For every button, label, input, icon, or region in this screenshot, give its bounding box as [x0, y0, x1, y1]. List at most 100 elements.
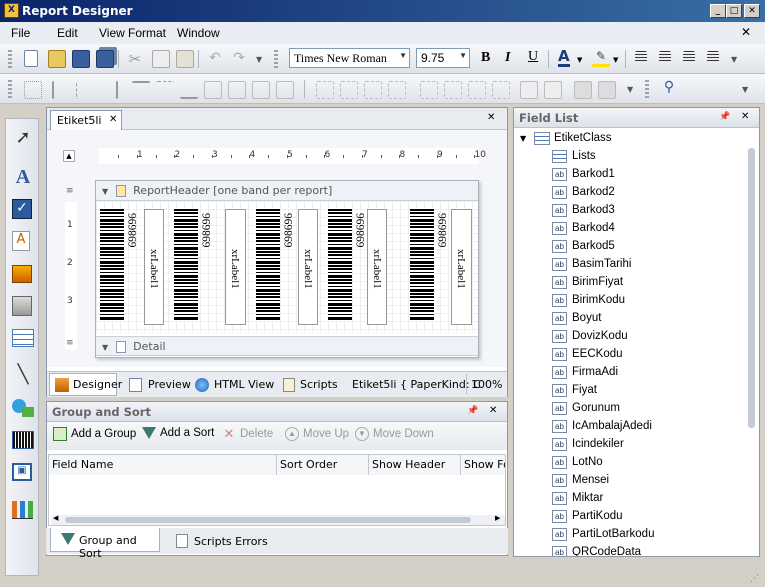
v-spacing-equal-icon[interactable]: [420, 81, 438, 99]
scroll-left-icon[interactable]: ◀: [53, 514, 58, 522]
close-panel-icon[interactable]: ✕: [489, 405, 497, 416]
tab-preview[interactable]: Preview: [148, 378, 191, 391]
field-item[interactable]: ab Fiyat: [552, 382, 746, 400]
field-item[interactable]: ab Barkod2: [552, 184, 746, 202]
subreport-icon[interactable]: ▣: [12, 463, 32, 481]
add-sort-button[interactable]: Add a Sort: [142, 427, 214, 439]
bold-button[interactable]: B: [481, 50, 490, 66]
undo-icon[interactable]: ↶: [206, 50, 224, 68]
table-icon[interactable]: [12, 329, 34, 347]
italic-button[interactable]: I: [505, 50, 510, 66]
line-icon[interactable]: ╲: [12, 364, 34, 386]
collapse-icon[interactable]: ▼: [102, 343, 108, 352]
field-item[interactable]: ab DovizKodu: [552, 328, 746, 346]
field-item[interactable]: ab PartiKodu: [552, 508, 746, 526]
align-middles-icon[interactable]: [156, 81, 174, 99]
panel-icon[interactable]: [12, 296, 32, 316]
scrollbar-thumb[interactable]: [65, 517, 471, 523]
size-to-grid-icon[interactable]: [228, 81, 246, 99]
align-to-grid-icon[interactable]: [24, 81, 42, 99]
open-icon[interactable]: [48, 50, 66, 68]
ruler-corner-icon[interactable]: ▲: [63, 150, 75, 162]
same-width-icon[interactable]: [204, 81, 222, 99]
collapse-icon[interactable]: ▼: [102, 187, 108, 196]
tab-html-view[interactable]: HTML View: [214, 378, 274, 391]
tab-designer[interactable]: Designer: [73, 378, 122, 391]
background-color-icon[interactable]: ✎: [592, 49, 610, 67]
cut-icon[interactable]: ✂: [126, 50, 144, 68]
same-height-icon[interactable]: [252, 81, 270, 99]
field-item[interactable]: ab PartiLotBarkodu: [552, 526, 746, 544]
barcode-image[interactable]: [256, 209, 280, 321]
close-panel-icon[interactable]: ✕: [741, 111, 749, 122]
font-name-combo[interactable]: Times New Roman ▼: [289, 48, 410, 68]
field-item[interactable]: ab Icindekiler: [552, 436, 746, 454]
menu-edit[interactable]: Edit: [57, 26, 78, 40]
toolbar-overflow-icon[interactable]: ▼: [256, 55, 262, 64]
h-spacing-decrease-icon[interactable]: [364, 81, 382, 99]
tab-scripts-errors[interactable]: Scripts Errors: [194, 535, 268, 548]
field-item[interactable]: ab Gorunum: [552, 400, 746, 418]
maximize-button[interactable]: □: [726, 4, 742, 18]
save-icon[interactable]: [72, 50, 90, 68]
toolbar-overflow-icon[interactable]: ▼: [627, 85, 633, 94]
tab-scripts[interactable]: Scripts: [300, 378, 338, 391]
band-grip-icon[interactable]: ≡: [66, 186, 74, 196]
barcode-image[interactable]: [410, 209, 434, 321]
align-left-icon[interactable]: [635, 51, 647, 62]
field-item[interactable]: ab Mensei: [552, 472, 746, 490]
field-item[interactable]: ab FirmaAdi: [552, 364, 746, 382]
center-vertically-icon[interactable]: [544, 81, 562, 99]
save-all-icon[interactable]: [96, 50, 114, 68]
detail-band[interactable]: ▼ Detail: [96, 336, 478, 356]
send-to-back-icon[interactable]: [598, 81, 616, 99]
field-item[interactable]: ab LotNo: [552, 454, 746, 472]
field-item[interactable]: ab Barkod1: [552, 166, 746, 184]
barcode-image[interactable]: [174, 209, 198, 321]
close-document-icon[interactable]: ✕: [487, 112, 495, 123]
chart-icon[interactable]: [12, 501, 33, 519]
field-item[interactable]: ab Boyut: [552, 310, 746, 328]
chevron-down-icon[interactable]: ▼: [459, 51, 467, 60]
pin-icon[interactable]: 📌: [467, 406, 478, 416]
chevron-down-icon[interactable]: ▼: [613, 56, 618, 64]
field-item[interactable]: ab Barkod4: [552, 220, 746, 238]
h-spacing-increase-icon[interactable]: [340, 81, 358, 99]
minimize-button[interactable]: _: [710, 4, 726, 18]
checkbox-icon[interactable]: ✓: [12, 199, 32, 219]
field-item[interactable]: ab QRCodeData: [552, 544, 746, 556]
v-spacing-remove-icon[interactable]: [492, 81, 510, 99]
new-icon[interactable]: [24, 50, 38, 67]
paste-icon[interactable]: [176, 50, 194, 68]
menu-window[interactable]: Window: [177, 26, 220, 40]
same-size-icon[interactable]: [276, 81, 294, 99]
field-item[interactable]: ab Barkod3: [552, 202, 746, 220]
mdi-close-icon[interactable]: ✕: [741, 25, 751, 39]
toolbar-grip[interactable]: [645, 80, 649, 98]
redo-icon[interactable]: ↷: [230, 50, 248, 68]
align-lefts-icon[interactable]: [52, 81, 70, 99]
zoom-icon[interactable]: ⚲: [660, 79, 678, 97]
menu-view[interactable]: View: [99, 26, 125, 40]
toolbar-overflow-icon[interactable]: ▼: [731, 55, 737, 64]
scrollbar-thumb[interactable]: [748, 148, 755, 428]
align-centers-icon[interactable]: [76, 81, 94, 99]
add-group-button[interactable]: Add a Group: [53, 427, 136, 441]
report-header-band[interactable]: ▼ ReportHeader [one band per report]: [96, 181, 478, 201]
label-icon[interactable]: A: [12, 166, 34, 188]
close-tab-icon[interactable]: ✕: [109, 114, 117, 125]
doc-tab-etiket5li[interactable]: Etiket5li ✕: [50, 110, 122, 131]
zoom-level[interactable]: 100%: [471, 378, 502, 391]
barcode-image[interactable]: [328, 209, 352, 321]
band-grip-icon[interactable]: ≡: [66, 338, 74, 348]
chevron-down-icon[interactable]: ▼: [577, 56, 582, 64]
v-spacing-decrease-icon[interactable]: [468, 81, 486, 99]
close-button[interactable]: ✕: [744, 4, 760, 18]
font-size-combo[interactable]: 9.75 ▼: [416, 48, 470, 68]
field-item[interactable]: ab IcAmbalajAdedi: [552, 418, 746, 436]
toolbar-grip[interactable]: [274, 50, 278, 68]
center-horizontally-icon[interactable]: [520, 81, 538, 99]
align-rights-icon[interactable]: [100, 81, 118, 99]
rich-text-icon[interactable]: A: [12, 231, 30, 251]
barcode-image[interactable]: [100, 209, 124, 321]
